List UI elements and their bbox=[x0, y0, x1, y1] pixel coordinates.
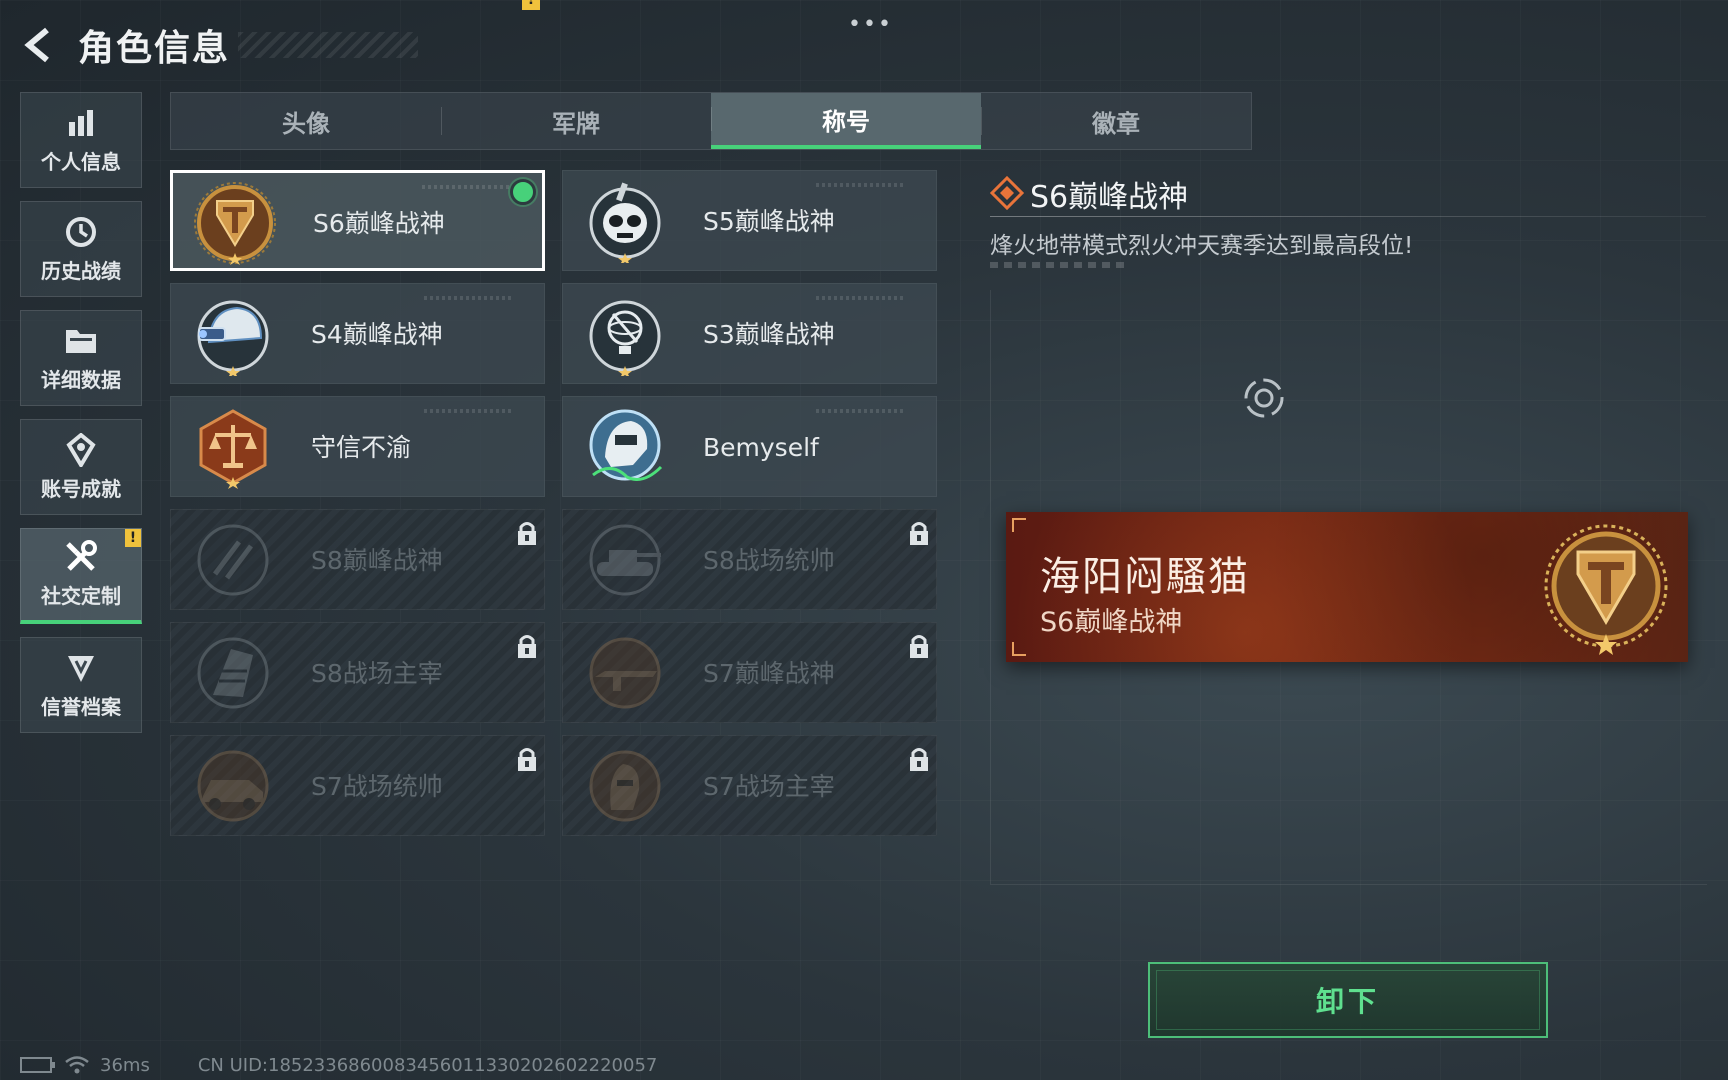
tank-emblem bbox=[589, 524, 661, 596]
shield-credit-icon bbox=[64, 651, 98, 685]
title-card-label: S7战场主宰 bbox=[703, 772, 835, 801]
sidebar-item-credit-file[interactable]: 信誉档案 bbox=[20, 637, 142, 733]
category-tabs: 头像 军牌 称号 徽章 bbox=[170, 92, 1252, 150]
battery-icon bbox=[20, 1057, 55, 1073]
title-card-label: S3巅峰战神 bbox=[703, 320, 835, 349]
skull-mask-emblem bbox=[589, 182, 661, 263]
title-decoration bbox=[238, 32, 419, 58]
nameplate-corner bbox=[1012, 518, 1026, 532]
achievement-medal-icon bbox=[64, 432, 98, 467]
sidebar-item-label: 社交定制 bbox=[41, 584, 121, 608]
title-card-s8-commander-locked[interactable]: S8战场统帅 bbox=[562, 509, 937, 610]
sidebar-item-label: 历史战绩 bbox=[41, 258, 121, 283]
title-card-label: S7巅峰战神 bbox=[703, 659, 835, 688]
title-card-s3-peak[interactable]: S3巅峰战神 bbox=[562, 283, 937, 384]
lock-icon bbox=[910, 522, 928, 545]
tab-avatar[interactable]: 头像 bbox=[171, 93, 441, 149]
soldier-signature-emblem bbox=[589, 409, 663, 481]
title-card-label: 守信不渝 bbox=[311, 433, 412, 462]
sidebar-item-personal-info[interactable]: 个人信息 bbox=[20, 92, 142, 188]
title-card-s7-commander-locked[interactable]: S7战场统帅 bbox=[170, 735, 545, 836]
tab-notification-badge: ! bbox=[522, 0, 540, 10]
title-card-label: Bemyself bbox=[703, 433, 819, 462]
lock-icon bbox=[518, 635, 536, 658]
preview-target-icon[interactable] bbox=[1238, 372, 1290, 424]
title-card-s4-peak[interactable]: S4巅峰战神 bbox=[170, 283, 545, 384]
title-card-label: S7战场统帅 bbox=[311, 772, 443, 801]
title-card-s5-peak[interactable]: S5巅峰战神 bbox=[562, 170, 937, 271]
card-decoration bbox=[424, 409, 514, 413]
title-card-s7-peak-locked[interactable]: S7巅峰战神 bbox=[562, 622, 937, 723]
nameplate-title: S6巅峰战神 bbox=[1040, 607, 1183, 638]
title-card-s6-peak[interactable]: S6巅峰战神 bbox=[170, 170, 545, 271]
folder-icon bbox=[64, 324, 98, 358]
back-arrow-icon bbox=[24, 27, 49, 63]
notification-badge: ! bbox=[125, 529, 141, 547]
detail-title: S6巅峰战神 bbox=[1030, 180, 1189, 215]
tab-dog-tag[interactable]: 军牌 bbox=[441, 93, 711, 149]
card-decoration bbox=[816, 409, 906, 413]
slash-emblem bbox=[197, 524, 269, 596]
sidebar-item-social-custom[interactable]: ! 社交定制 bbox=[20, 528, 142, 624]
title-card-label: S8战场统帅 bbox=[703, 546, 835, 575]
sidebar-item-history[interactable]: 历史战绩 bbox=[20, 201, 142, 297]
title-card-label: S4巅峰战神 bbox=[311, 320, 443, 349]
soldier-head-emblem bbox=[589, 750, 661, 822]
tower-emblem bbox=[197, 637, 269, 709]
detail-description: 烽火地带模式烈火冲天赛季达到最高段位! bbox=[990, 233, 1414, 259]
back-button[interactable] bbox=[18, 23, 62, 67]
card-decoration bbox=[424, 296, 514, 300]
card-decoration bbox=[816, 296, 906, 300]
sidebar-item-detailed-data[interactable]: 详细数据 bbox=[20, 310, 142, 406]
sidebar-item-label: 详细数据 bbox=[41, 367, 121, 392]
tools-icon bbox=[64, 540, 98, 574]
page-title: 角色信息 bbox=[78, 28, 231, 69]
title-card-s8-dominator-locked[interactable]: S8战场主宰 bbox=[170, 622, 545, 723]
nameplate-player-name: 海阳闷騷猫 bbox=[1040, 554, 1250, 600]
title-card-s7-dominator-locked[interactable]: S7战场主宰 bbox=[562, 735, 937, 836]
tab-badge[interactable]: 徽章 bbox=[981, 93, 1251, 149]
title-card-keep-faith[interactable]: 守信不渝 bbox=[170, 396, 545, 497]
sidebar-item-label: 个人信息 bbox=[41, 149, 121, 174]
sidebar-item-label: 信誉档案 bbox=[41, 694, 121, 719]
rifle-emblem bbox=[589, 637, 661, 709]
title-rank-icon bbox=[990, 176, 1024, 210]
gold-t-shield-emblem bbox=[194, 182, 276, 265]
user-uid: CN UID:185233686008345601133020260222005… bbox=[197, 1054, 658, 1076]
title-card-label: S5巅峰战神 bbox=[703, 207, 835, 236]
bar-chart-icon bbox=[64, 106, 98, 140]
nameplate-corner bbox=[1012, 642, 1026, 656]
card-decoration bbox=[816, 183, 906, 187]
more-options-button[interactable]: ••• bbox=[848, 12, 893, 37]
detail-decoration bbox=[990, 262, 1126, 268]
lock-icon bbox=[518, 748, 536, 771]
history-clock-icon bbox=[64, 215, 98, 249]
tab-title[interactable]: 称号 bbox=[711, 93, 981, 149]
lock-icon bbox=[910, 748, 928, 771]
justice-scale-emblem bbox=[199, 409, 267, 489]
title-card-bemyself[interactable]: Bemyself bbox=[562, 396, 937, 497]
nameplate-preview: 海阳闷騷猫 S6巅峰战神 bbox=[1006, 512, 1688, 662]
equipped-indicator bbox=[510, 179, 536, 205]
sidebar-item-label: 账号成就 bbox=[41, 476, 121, 501]
unequip-button[interactable]: 卸下 bbox=[1148, 962, 1548, 1038]
globe-trophy-emblem bbox=[589, 300, 661, 376]
lock-icon bbox=[518, 522, 536, 545]
sidebar: 个人信息 历史战绩 详细数据 账号成就 ! 社交定制 信誉档案 bbox=[20, 92, 144, 746]
sidebar-item-achievements[interactable]: 账号成就 bbox=[20, 419, 142, 515]
detail-divider bbox=[990, 216, 1706, 217]
page-header: 角色信息 bbox=[18, 18, 419, 72]
helmet-nightvision-emblem bbox=[197, 300, 269, 376]
title-card-label: S8战场主宰 bbox=[311, 659, 443, 688]
lock-icon bbox=[910, 635, 928, 658]
wifi-icon bbox=[65, 1056, 89, 1074]
unequip-button-label: 卸下 bbox=[1315, 985, 1380, 1018]
status-footer: 36ms CN UID:1852336860083456011330202602… bbox=[20, 1050, 657, 1080]
title-card-label: S8巅峰战神 bbox=[311, 546, 443, 575]
vehicle-emblem bbox=[197, 750, 269, 822]
title-card-s8-peak-locked[interactable]: S8巅峰战神 bbox=[170, 509, 545, 610]
card-decoration bbox=[422, 185, 512, 189]
gold-t-shield-emblem bbox=[1544, 524, 1668, 655]
ping-readout: 36ms bbox=[100, 1054, 150, 1076]
